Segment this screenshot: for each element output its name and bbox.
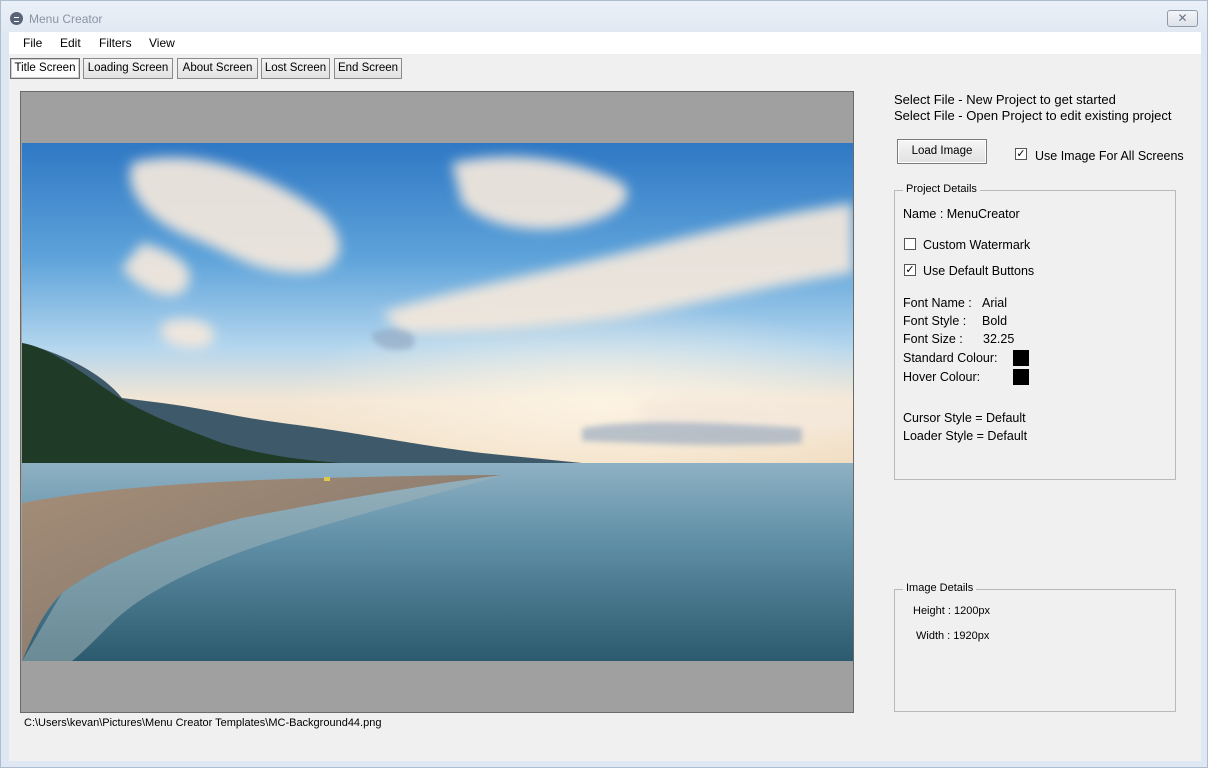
custom-watermark-checkbox[interactable] — [904, 238, 916, 250]
close-button[interactable]: ✕ — [1167, 10, 1198, 27]
font-style-value: Bold — [982, 314, 1008, 328]
image-details-title: Image Details — [903, 582, 977, 594]
project-details-title: Project Details — [903, 183, 980, 195]
font-size-value: 32.25 — [983, 332, 1015, 346]
menu-file[interactable]: File — [23, 36, 42, 50]
loader-style: Loader Style = Default — [903, 429, 1028, 443]
standard-colour-swatch[interactable] — [1013, 350, 1029, 366]
use-default-buttons-label: Use Default Buttons — [923, 264, 1035, 278]
font-size-label: Font Size : — [903, 332, 963, 346]
tab-end-screen[interactable]: End Screen — [334, 58, 402, 79]
app-window: Menu Creator ✕ File Edit Filters View Ti… — [0, 0, 1208, 768]
cursor-style: Cursor Style = Default — [903, 411, 1026, 425]
standard-colour-label: Standard Colour: — [903, 351, 998, 365]
tab-title-screen[interactable]: Title Screen — [10, 58, 80, 79]
image-details-group: Image Details Height : 1200px Width : 19… — [894, 582, 1176, 712]
project-details-group: Project Details Name : MenuCreator Custo… — [894, 183, 1176, 480]
menu-edit[interactable]: Edit — [60, 36, 81, 50]
window-title: Menu Creator — [29, 12, 103, 26]
app-icon[interactable] — [10, 12, 23, 25]
hover-colour-swatch[interactable] — [1013, 369, 1029, 385]
instruction-new-project: Select File - New Project to get started — [894, 92, 1116, 107]
font-style-label: Font Style : — [903, 314, 967, 328]
check-icon: ✓ — [905, 264, 915, 276]
instruction-open-project: Select File - Open Project to edit exist… — [894, 108, 1172, 123]
use-image-all-label: Use Image For All Screens — [1035, 149, 1184, 163]
menu-view[interactable]: View — [149, 36, 175, 50]
font-name-value: Arial — [982, 296, 1008, 310]
tab-loading-screen[interactable]: Loading Screen — [83, 58, 173, 79]
background-image — [22, 143, 853, 661]
menu-filters[interactable]: Filters — [99, 36, 132, 50]
title-bar[interactable]: Menu Creator ✕ — [1, 1, 1207, 34]
load-image-button[interactable]: Load Image — [897, 139, 987, 164]
font-name-label: Font Name : — [903, 296, 972, 310]
check-icon: ✓ — [1016, 148, 1026, 160]
image-width: Width : 1920px — [916, 630, 990, 642]
menu-bar: File Edit Filters View — [9, 32, 1201, 54]
image-preview[interactable] — [20, 91, 854, 713]
image-height: Height : 1200px — [913, 605, 991, 617]
custom-watermark-label: Custom Watermark — [923, 238, 1031, 252]
file-path-label: C:\Users\kevan\Pictures\Menu Creator Tem… — [24, 717, 382, 729]
use-image-all-checkbox[interactable]: ✓ — [1015, 148, 1027, 160]
close-icon: ✕ — [1177, 11, 1188, 25]
use-default-buttons-checkbox[interactable]: ✓ — [904, 264, 916, 276]
tab-about-screen[interactable]: About Screen — [177, 58, 258, 79]
project-name: Name : MenuCreator — [903, 207, 1020, 221]
client-area: File Edit Filters View Title Screen Load… — [9, 32, 1201, 761]
tab-lost-screen[interactable]: Lost Screen — [261, 58, 330, 79]
hover-colour-label: Hover Colour: — [903, 370, 981, 384]
